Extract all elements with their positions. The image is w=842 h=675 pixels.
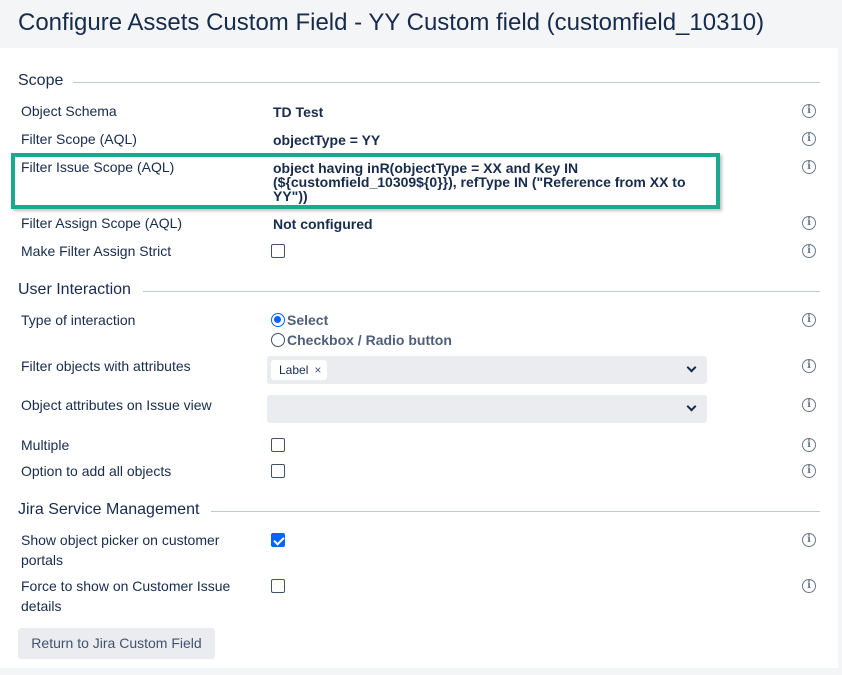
show-object-picker-label-line1: Show object picker on customer: [21, 532, 220, 548]
info-icon[interactable]: i: [802, 160, 816, 174]
section-divider: [73, 82, 820, 83]
add-all-objects-checkbox[interactable]: [271, 464, 285, 478]
filter-scope-label: Filter Scope (AQL): [21, 131, 137, 147]
show-object-picker-label-line2: portals: [21, 552, 64, 568]
return-to-jira-custom-field-button[interactable]: Return to Jira Custom Field: [18, 628, 215, 659]
section-divider: [211, 511, 820, 512]
add-all-objects-label: Option to add all objects: [21, 463, 172, 479]
type-of-interaction-label: Type of interaction: [21, 312, 136, 328]
object-schema-label: Object Schema: [21, 103, 117, 119]
info-icon[interactable]: i: [802, 398, 816, 412]
show-object-picker-checkbox[interactable]: [271, 533, 285, 547]
page-header: Configure Assets Custom Field - YY Custo…: [0, 0, 842, 48]
interaction-checkbox-radio[interactable]: [271, 333, 285, 347]
info-icon[interactable]: i: [802, 359, 816, 373]
force-show-label-line2: details: [21, 598, 62, 614]
tag-remove-icon[interactable]: ×: [314, 363, 321, 377]
info-icon[interactable]: i: [802, 533, 816, 547]
chevron-down-icon: [686, 401, 697, 412]
interaction-checkbox-label[interactable]: Checkbox / Radio button: [287, 332, 452, 348]
object-attributes-label: Object attributes on Issue view: [21, 397, 212, 413]
highlight-box: [11, 153, 720, 209]
make-filter-assign-strict-label: Make Filter Assign Strict: [21, 243, 172, 259]
filter-assign-scope-label: Filter Assign Scope (AQL): [21, 215, 183, 231]
tag-label: Label ×: [271, 360, 328, 380]
object-attributes-select[interactable]: [267, 395, 707, 423]
filter-scope-value: objectType = YY: [273, 132, 381, 148]
info-icon[interactable]: i: [802, 244, 816, 258]
interaction-select-radio[interactable]: [271, 313, 285, 327]
filter-objects-select[interactable]: Label ×: [267, 356, 707, 384]
filter-objects-label: Filter objects with attributes: [21, 358, 191, 374]
filter-assign-scope-value: Not configured: [273, 216, 373, 232]
info-icon[interactable]: i: [802, 132, 816, 146]
section-title-user-interaction: User Interaction: [18, 281, 131, 298]
info-icon[interactable]: i: [802, 313, 816, 327]
info-icon[interactable]: i: [802, 464, 816, 478]
multiple-checkbox[interactable]: [271, 438, 285, 452]
page-title: Configure Assets Custom Field - YY Custo…: [18, 9, 765, 36]
multiple-label: Multiple: [21, 437, 70, 453]
info-icon[interactable]: i: [802, 579, 816, 593]
object-schema-value: TD Test: [273, 104, 324, 120]
section-title-jsm: Jira Service Management: [18, 501, 200, 518]
force-show-label-line1: Force to show on Customer Issue: [21, 578, 231, 594]
interaction-select-label[interactable]: Select: [287, 312, 328, 328]
info-icon[interactable]: i: [802, 438, 816, 452]
section-divider: [143, 291, 820, 292]
section-title-scope: Scope: [18, 72, 64, 89]
chevron-down-icon: [686, 362, 697, 373]
force-show-checkbox[interactable]: [271, 579, 285, 593]
info-icon[interactable]: i: [802, 104, 816, 118]
make-filter-assign-strict-checkbox[interactable]: [271, 244, 285, 258]
info-icon[interactable]: i: [802, 216, 816, 230]
